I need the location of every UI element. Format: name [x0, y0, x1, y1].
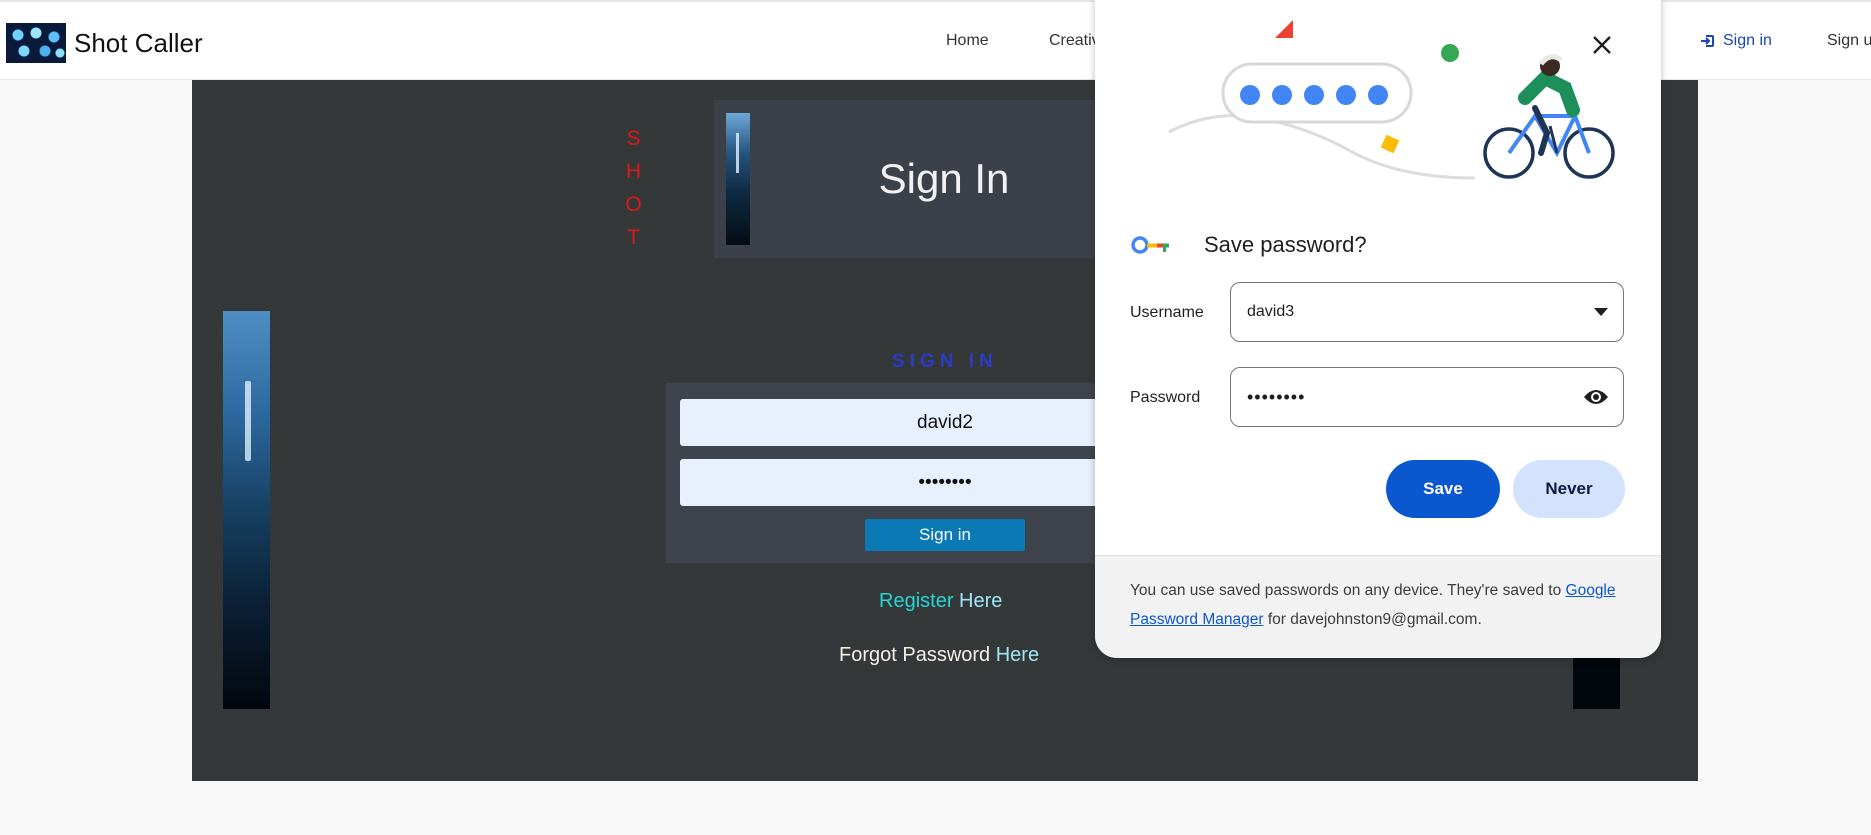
nav-home-link[interactable]: Home — [946, 32, 989, 50]
brand-logo — [6, 23, 66, 63]
close-icon — [1593, 36, 1611, 54]
right-decorative-image — [1573, 650, 1620, 709]
register-word[interactable]: Register — [879, 590, 953, 612]
shot-letter: O — [625, 193, 643, 216]
forgot-here-link[interactable]: Here — [996, 644, 1039, 666]
footer-suffix: for davejohnston9@gmail.com. — [1267, 611, 1482, 628]
left-decorative-image — [223, 311, 270, 709]
nav-signin-link[interactable]: Sign in — [1700, 32, 1772, 50]
footer-text: You can use saved passwords on any devic… — [1130, 582, 1562, 599]
signin-button[interactable]: Sign in — [865, 519, 1025, 551]
nav-signin-label: Sign in — [1723, 32, 1772, 49]
dropdown-arrow-icon[interactable] — [1593, 307, 1609, 317]
password-illustration — [1168, 20, 1615, 180]
save-password-dialog: Save password? Username david3 Password … — [1095, 0, 1661, 658]
shot-vertical-text: S H O T — [624, 122, 644, 254]
eye-icon[interactable] — [1583, 388, 1609, 406]
dialog-title: Save password? — [1204, 232, 1367, 257]
dialog-username-field[interactable]: david3 — [1230, 282, 1624, 342]
sign-in-icon — [1701, 35, 1714, 47]
forgot-password-line[interactable]: Forgot Password Here — [839, 644, 1039, 667]
password-input[interactable]: •••••••• — [680, 459, 1150, 506]
password-label: Password — [1130, 389, 1201, 406]
signin-form: david2 •••••••• Sign in — [666, 383, 1150, 563]
google-key-icon — [1131, 236, 1169, 254]
dialog-footer: You can use saved passwords on any devic… — [1095, 555, 1661, 658]
register-here-link[interactable]: Here — [959, 590, 1002, 612]
signin-subtitle: SIGN IN — [892, 351, 998, 372]
shot-letter: H — [625, 160, 643, 183]
shot-letter: S — [626, 127, 642, 150]
nav-signup-link[interactable]: Sign up — [1827, 32, 1871, 50]
dialog-username-value: david3 — [1247, 303, 1295, 320]
forgot-password-text: Forgot Password — [839, 644, 991, 666]
register-line[interactable]: Register Here — [879, 590, 1002, 613]
dialog-password-value: •••••••• — [1247, 386, 1306, 407]
brand-name: Shot Caller — [74, 27, 203, 58]
dialog-password-field[interactable]: •••••••• — [1230, 367, 1624, 427]
shot-letter: T — [627, 226, 641, 249]
close-dialog-button[interactable] — [1585, 28, 1619, 62]
brand[interactable]: Shot Caller — [6, 22, 203, 64]
username-input[interactable]: david2 — [680, 399, 1150, 446]
save-button[interactable]: Save — [1386, 460, 1500, 518]
dialog-title-row: Save password? — [1130, 232, 1367, 258]
never-button[interactable]: Never — [1513, 460, 1625, 518]
username-label: Username — [1130, 304, 1204, 321]
